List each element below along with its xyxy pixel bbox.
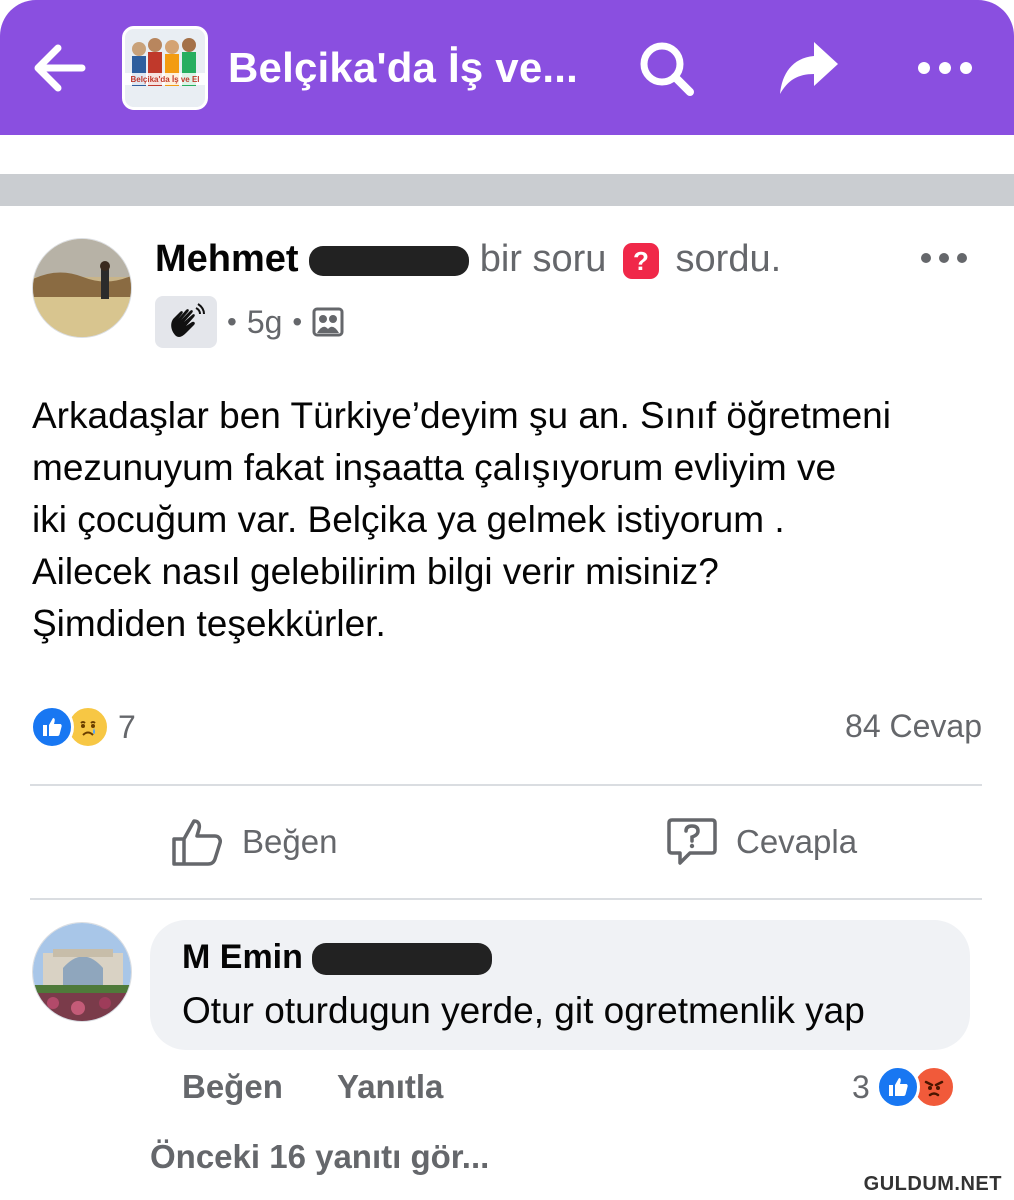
post-body-line: mezunuyum fakat inşaatta çalışıyorum evl… — [32, 447, 837, 488]
post-action-prefix: bir soru — [479, 238, 607, 280]
author-avatar[interactable] — [32, 238, 132, 338]
redacted-name — [312, 943, 493, 976]
post-meta: • 5g • — [155, 296, 344, 348]
more-options-button[interactable] — [912, 52, 978, 84]
watermark: GULDUM.NET — [859, 1173, 1006, 1196]
post-author-name[interactable]: Mehmet — [155, 238, 299, 280]
redacted-name — [309, 245, 470, 276]
reply-count[interactable]: 84 Cevap — [845, 708, 982, 745]
comment-reactions[interactable]: 3 — [852, 1064, 956, 1110]
thumbs-up-icon — [172, 819, 222, 866]
group-audience-icon — [312, 307, 344, 337]
search-icon — [640, 42, 694, 96]
like-reaction-icon — [30, 705, 74, 749]
divider — [30, 784, 982, 786]
back-button[interactable] — [28, 40, 92, 96]
group-photo: Belçika'da İş ve El — [125, 29, 205, 107]
group-thumbnail[interactable]: Belçika'da İş ve El — [122, 26, 208, 110]
answer-label: Cevapla — [736, 823, 858, 860]
group-title[interactable]: Belçika'da İş ve... — [228, 44, 578, 92]
post-body-line: Arkadaşlar ben Türkiye’deyim şu an. Sını… — [32, 395, 891, 436]
post-body-line: iki çocuğum var. Belçika ya gelmek istiy… — [32, 499, 785, 540]
commenter-avatar[interactable] — [32, 922, 132, 1022]
app-header: Belçika'da İş ve El Belçika'da İş ve... — [0, 0, 1014, 135]
share-icon — [780, 42, 838, 94]
member-badge[interactable] — [155, 296, 217, 348]
avatar-photo — [33, 923, 131, 1021]
more-dots-icon — [918, 62, 972, 74]
answer-button[interactable]: Cevapla — [666, 812, 857, 872]
view-previous-replies[interactable]: Önceki 16 yanıtı gör... — [150, 1138, 489, 1176]
back-arrow-icon — [34, 44, 86, 92]
comment-like-button[interactable]: Beğen — [182, 1068, 283, 1106]
question-bubble-icon — [667, 818, 717, 865]
post-action-suffix: sordu. — [675, 238, 782, 280]
post-time[interactable]: 5g — [247, 304, 283, 341]
search-button[interactable] — [636, 38, 698, 100]
meta-dot: • — [292, 306, 303, 337]
post-body-line: Şimdiden teşekkürler. — [32, 603, 386, 644]
comment-text: Otur oturdugun yerde, git ogretmenlik ya… — [182, 990, 865, 1031]
reaction-count: 7 — [118, 708, 136, 745]
waving-hand-icon — [171, 303, 205, 337]
post-body-line: Ailecek nasıl gelebilirim bilgi verir mi… — [32, 551, 719, 592]
post-author-line: Mehmet bir soru ? sordu. — [155, 238, 781, 286]
like-button[interactable]: Beğen — [170, 812, 337, 872]
post-reactions[interactable]: 7 — [30, 703, 136, 751]
share-button[interactable] — [776, 38, 842, 98]
group-image-text: Belçika'da İş ve El — [130, 75, 199, 84]
comment-author-name[interactable]: M Emin — [182, 938, 303, 976]
like-label: Beğen — [242, 823, 338, 860]
comment-reply-button[interactable]: Yanıtla — [337, 1068, 443, 1106]
post-more-button[interactable] — [918, 246, 970, 270]
post-separator — [0, 174, 1014, 206]
meta-dot: • — [227, 306, 237, 337]
more-dots-icon — [921, 253, 967, 263]
comment-author-line: M Emin — [182, 938, 493, 977]
question-icon: ? — [622, 242, 659, 279]
avatar-photo — [33, 239, 131, 337]
divider — [30, 898, 982, 900]
post-body: Arkadaşlar ben Türkiye’deyim şu an. Sını… — [32, 390, 992, 650]
comment-reaction-count: 3 — [852, 1068, 870, 1105]
previous-post-strip — [0, 135, 1014, 173]
like-reaction-icon — [875, 1065, 920, 1109]
